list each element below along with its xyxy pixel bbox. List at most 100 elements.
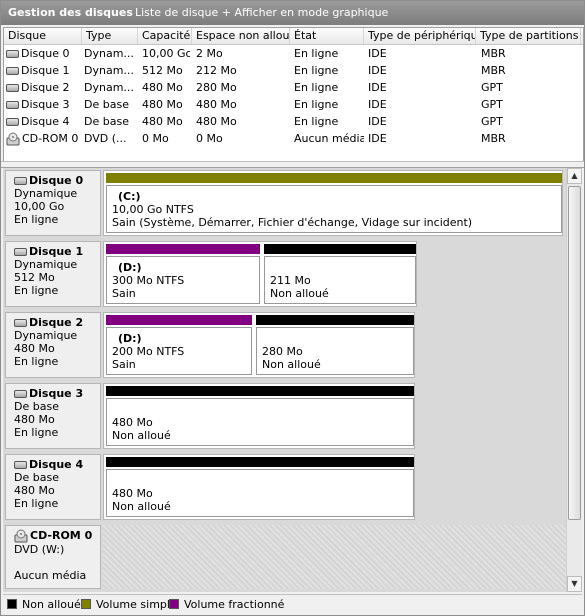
cell-peripherique: IDE (368, 47, 387, 60)
table-row[interactable]: Disque 1 Dynam... 512 Mo 212 Mo En ligne IDE M… (4, 62, 583, 79)
cell-partitions: GPT (481, 115, 503, 128)
partition-letter (112, 403, 413, 416)
disk-icon (14, 319, 27, 327)
partition-size: 211 Mo (270, 274, 311, 287)
cell-etat: En ligne (294, 47, 339, 60)
unallocated-partition[interactable]: 480 Mo Non alloué (104, 455, 416, 519)
disk-icon (6, 101, 19, 109)
cell-type: Dynam... (84, 47, 134, 60)
pane-splitter[interactable] (1, 161, 584, 168)
disk-info-line: Dynamique (14, 187, 78, 200)
legend-swatch-simple (81, 599, 91, 609)
partition-size: 200 Mo NTFS (112, 345, 185, 358)
disk-label[interactable]: Disque 1 Dynamique 512 Mo En ligne (5, 241, 101, 307)
partition-color-bar (256, 315, 414, 325)
partition-letter: (D:) (118, 261, 142, 274)
table-row[interactable]: Disque 0 Dynam... 10,00 Go 2 Mo En ligne IDE M… (4, 45, 583, 62)
column-header-capacite[interactable]: Capacité (138, 28, 192, 44)
legend-swatch-spanned (169, 599, 179, 609)
volume-partition[interactable]: (D:) 200 Mo NTFS Sain (104, 313, 254, 377)
unallocated-partition[interactable]: 480 Mo Non alloué (104, 384, 416, 448)
disk-info-line: De base (14, 471, 59, 484)
volume-partition[interactable]: (C:) 10,00 Go NTFS Sain (Système, Démarrer… (104, 171, 564, 235)
cdrom-label[interactable]: CD-ROM 0 DVD (W:) Aucun média (5, 525, 101, 589)
disk-name: CD-ROM 0 (22, 132, 79, 145)
partition-color-bar (106, 386, 414, 396)
volume-partition[interactable]: (D:) 300 Mo NTFS Sain (104, 242, 262, 306)
cell-disque: Disque 3 (6, 96, 82, 113)
cell-type: Dynam... (84, 81, 134, 94)
vertical-scrollbar[interactable]: ▲ ▼ (566, 168, 582, 592)
column-header-espace[interactable]: Espace non alloué (192, 28, 290, 44)
partition-size: 280 Mo (262, 345, 303, 358)
cell-etat: En ligne (294, 115, 339, 128)
disk-label[interactable]: Disque 4 De base 480 Mo En ligne (5, 454, 101, 520)
disk-management-window: Gestion des disques Liste de disque + Af… (0, 0, 585, 616)
disk-row-0[interactable]: Disque 0 Dynamique 10,00 Go En ligne (C:) 10,… (3, 168, 566, 239)
cdrom-icon (6, 132, 20, 146)
table-row[interactable]: Disque 2 Dynam... 480 Mo 280 Mo En ligne IDE G… (4, 79, 583, 96)
disk-info-line: En ligne (14, 355, 59, 368)
disk-info-line: En ligne (14, 426, 59, 439)
disk-partitions-area: (C:) 10,00 Go NTFS Sain (Système, Démarrer… (103, 170, 563, 236)
partition-color-bar (106, 457, 414, 467)
disk-name: Disque 3 (21, 98, 70, 111)
list-header: Disque Type Capacité Espace non alloué É… (4, 28, 583, 45)
disk-info-line: Dynamique (14, 329, 78, 342)
column-header-type[interactable]: Type (82, 28, 138, 44)
cell-espace: 480 Mo (196, 98, 237, 111)
disk-icon (14, 248, 27, 256)
unallocated-partition[interactable]: 280 Mo Non alloué (254, 313, 416, 377)
disk-label[interactable]: Disque 3 De base 480 Mo En ligne (5, 383, 101, 449)
disk-row-3[interactable]: Disque 3 De base 480 Mo En ligne 480 Mo Non a… (3, 381, 566, 452)
legend-item-simple: Volume simple (81, 598, 177, 611)
table-row[interactable]: Disque 4 De base 480 Mo 480 Mo En ligne IDE GP… (4, 113, 583, 130)
table-row[interactable]: Disque 3 De base 480 Mo 480 Mo En ligne IDE GP… (4, 96, 583, 113)
cell-capacite: 480 Mo (142, 115, 183, 128)
cdrom-status: Aucun média (14, 569, 87, 582)
scroll-up-button[interactable]: ▲ (567, 168, 582, 184)
graphical-view: Disque 0 Dynamique 10,00 Go En ligne (C:) 10,… (3, 168, 566, 592)
disk-icon (6, 84, 19, 92)
cell-disque: CD-ROM 0 (6, 130, 82, 147)
scroll-thumb[interactable] (568, 186, 581, 520)
cell-etat: Aucun média (294, 132, 364, 145)
cell-peripherique: IDE (368, 132, 387, 145)
column-header-partitions[interactable]: Type de partitions (476, 28, 581, 44)
unallocated-partition[interactable]: 211 Mo Non alloué (262, 242, 418, 306)
cell-espace: 480 Mo (196, 115, 237, 128)
disk-name: Disque 1 (21, 64, 70, 77)
disk-list-view[interactable]: Disque Type Capacité Espace non alloué É… (3, 27, 584, 163)
cell-disque: Disque 0 (6, 45, 82, 62)
disk-partitions-area: 480 Mo Non alloué (103, 383, 415, 449)
disk-row-2[interactable]: Disque 2 Dynamique 480 Mo En ligne (D:) 200 M… (3, 310, 566, 381)
title-bar: Gestion des disques Liste de disque + Af… (1, 1, 584, 25)
column-header-disque[interactable]: Disque (4, 28, 82, 44)
disk-partitions-area: (D:) 300 Mo NTFS Sain 211 Mo Non alloué (103, 241, 417, 307)
window-title: Gestion des disques (8, 6, 133, 19)
cell-partitions: GPT (481, 98, 503, 111)
cell-capacite: 480 Mo (142, 98, 183, 111)
table-row[interactable]: CD-ROM 0 DVD (... 0 Mo 0 Mo Aucun média IDE MB… (4, 130, 583, 147)
scroll-down-button[interactable]: ▼ (567, 576, 582, 592)
column-header-etat[interactable]: État (290, 28, 364, 44)
disk-label[interactable]: Disque 2 Dynamique 480 Mo En ligne (5, 312, 101, 378)
disk-row-4[interactable]: Disque 4 De base 480 Mo En ligne 480 Mo Non a… (3, 452, 566, 523)
cell-etat: En ligne (294, 81, 339, 94)
cell-peripherique: IDE (368, 115, 387, 128)
disk-row-1[interactable]: Disque 1 Dynamique 512 Mo En ligne (D:) 300 M… (3, 239, 566, 310)
disk-info-line: En ligne (14, 213, 59, 226)
cdrom-row[interactable]: CD-ROM 0 DVD (W:) Aucun média (3, 523, 566, 592)
cell-espace: 280 Mo (196, 81, 237, 94)
disk-label[interactable]: Disque 0 Dynamique 10,00 Go En ligne (5, 170, 101, 236)
partition-info-box: (D:) 300 Mo NTFS Sain (106, 256, 260, 304)
partition-letter: (D:) (118, 332, 142, 345)
cell-capacite: 0 Mo (142, 132, 169, 145)
partition-status: Non alloué (112, 500, 171, 513)
disk-info-line: De base (14, 400, 59, 413)
partition-info-box: 480 Mo Non alloué (106, 469, 414, 517)
cell-type: De base (84, 115, 129, 128)
disk-icon (14, 390, 27, 398)
cell-espace: 2 Mo (196, 47, 223, 60)
column-header-peripherique[interactable]: Type de périphérique (364, 28, 476, 44)
